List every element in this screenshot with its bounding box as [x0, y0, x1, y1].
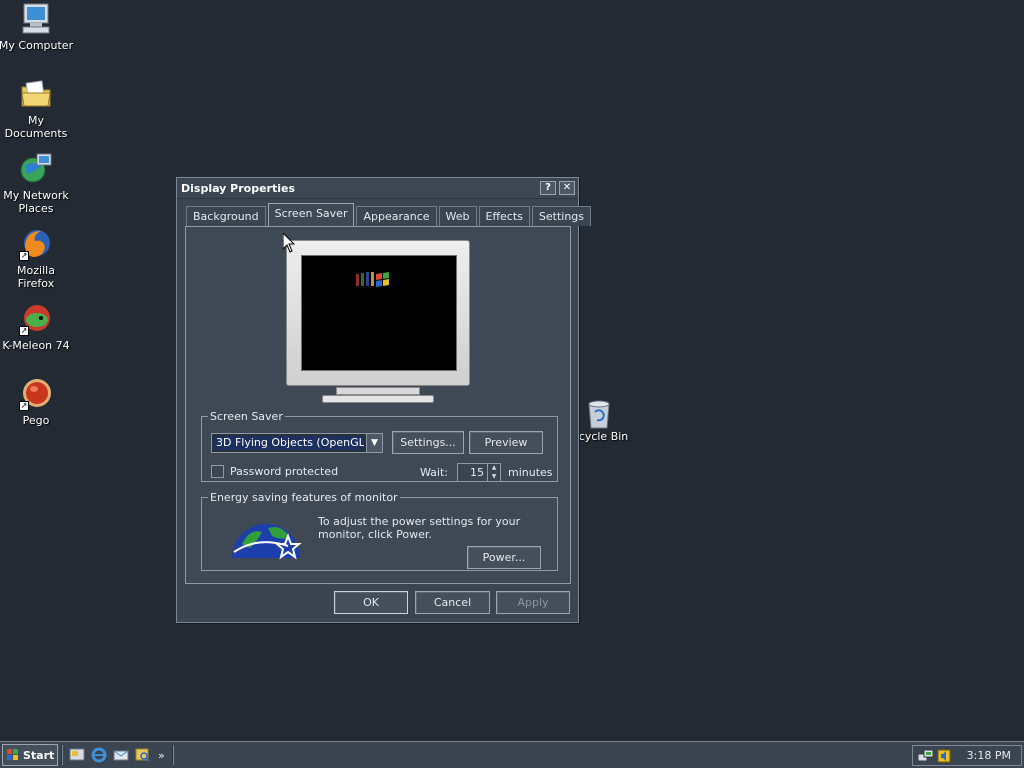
- search-icon: [135, 748, 150, 762]
- monitor-preview: [286, 240, 470, 386]
- tab-strip: Background Screen Saver Appearance Web E…: [186, 203, 593, 226]
- volume-tray-icon[interactable]: [937, 748, 951, 764]
- desktop-icon-label: My Computer: [0, 39, 74, 52]
- kmeleon-icon: ↗: [19, 302, 53, 336]
- taskbar: Start » 3:18 PM: [0, 741, 1024, 768]
- recycle-bin-label: ecycle Bin: [572, 430, 629, 443]
- screen-saver-group-label: Screen Saver: [210, 410, 283, 423]
- apply-button[interactable]: Apply: [496, 591, 570, 614]
- desktop-icon-network-places[interactable]: My Network Places: [0, 152, 74, 215]
- screen-saver-selected-value: 3D Flying Objects (OpenGL): [214, 436, 364, 450]
- desktop-show-icon: [69, 748, 85, 761]
- network-places-icon: [19, 152, 53, 186]
- password-protected-row[interactable]: Password protected: [211, 465, 338, 478]
- tab-screen-saver[interactable]: Screen Saver: [267, 203, 355, 226]
- energy-description: To adjust the power settings for your mo…: [318, 515, 521, 541]
- ie-icon: [91, 747, 107, 763]
- screen-saver-select[interactable]: 3D Flying Objects (OpenGL) ▼: [211, 433, 383, 453]
- tab-settings[interactable]: Settings: [531, 206, 592, 226]
- spinner-arrows[interactable]: ▲ ▼: [487, 464, 500, 481]
- tab-web[interactable]: Web: [438, 206, 477, 226]
- search-button[interactable]: [132, 745, 154, 765]
- desktop-icon-label: My Documents: [4, 114, 68, 140]
- my-computer-icon: [19, 2, 53, 36]
- tab-effects[interactable]: Effects: [478, 206, 530, 226]
- desktop-icon-label: Pego: [22, 414, 50, 427]
- show-desktop-button[interactable]: [66, 745, 88, 765]
- outlook-express-button[interactable]: [110, 745, 132, 765]
- spin-down-icon[interactable]: ▼: [488, 473, 500, 482]
- minutes-label: minutes: [508, 466, 553, 479]
- wait-value[interactable]: 15: [458, 464, 487, 481]
- desktop-icon-pego[interactable]: ↗ Pego: [0, 377, 74, 427]
- tab-appearance[interactable]: Appearance: [356, 206, 437, 226]
- ok-button[interactable]: OK: [334, 591, 408, 614]
- network-tray-icon[interactable]: [917, 748, 935, 764]
- tab-background[interactable]: Background: [186, 206, 266, 226]
- energy-saving-group: Energy saving features of monitor To adj…: [201, 491, 558, 571]
- desktop-icon-label: K-Meleon 74: [2, 339, 70, 352]
- shortcut-arrow-icon: ↗: [19, 326, 29, 336]
- desktop-icon-label: Mozilla Firefox: [17, 264, 55, 290]
- energy-group-label: Energy saving features of monitor: [210, 491, 398, 504]
- quick-launch-chevron[interactable]: »: [158, 749, 165, 762]
- energy-star-logo-icon: [232, 524, 302, 560]
- windows-flag-icon: [7, 749, 18, 760]
- password-protected-checkbox[interactable]: [211, 465, 224, 478]
- pego-icon: ↗: [19, 377, 53, 411]
- start-label: Start: [23, 748, 55, 762]
- dropdown-arrow-icon[interactable]: ▼: [366, 434, 382, 452]
- mouse-cursor-icon: [283, 233, 295, 253]
- close-button[interactable]: ✕: [559, 181, 575, 195]
- settings-button[interactable]: Settings...: [392, 431, 464, 454]
- internet-explorer-button[interactable]: [88, 745, 110, 765]
- taskbar-separator: [61, 745, 63, 765]
- screen-saver-group: Screen Saver 3D Flying Objects (OpenGL) …: [201, 410, 558, 482]
- clock[interactable]: 3:18 PM: [967, 749, 1011, 762]
- wait-control: Wait: 15 ▲ ▼ minutes: [420, 463, 553, 482]
- wait-spinner[interactable]: 15 ▲ ▼: [457, 463, 501, 482]
- my-documents-icon: [19, 77, 53, 111]
- desktop-icon-my-computer[interactable]: My Computer: [0, 2, 74, 52]
- spin-up-icon[interactable]: ▲: [488, 464, 500, 473]
- desktop-icon-my-documents[interactable]: My Documents: [0, 77, 74, 140]
- dialog-title: Display Properties: [181, 181, 296, 195]
- outlook-icon: [113, 750, 129, 761]
- monitor-neck: [336, 387, 420, 395]
- firefox-icon: ↗: [19, 227, 53, 261]
- password-protected-label: Password protected: [230, 465, 339, 478]
- recycle-bin-icon: [584, 398, 614, 430]
- desktop-icon-label: My Network: [3, 189, 69, 202]
- screen-saver-panel: Screen Saver 3D Flying Objects (OpenGL) …: [185, 226, 571, 584]
- taskbar-separator: [171, 745, 174, 765]
- start-button[interactable]: Start: [2, 744, 58, 766]
- shortcut-arrow-icon: ↗: [19, 251, 29, 261]
- cancel-button[interactable]: Cancel: [415, 591, 490, 614]
- wait-label: Wait:: [420, 466, 448, 479]
- monitor-base: [322, 395, 434, 403]
- dialog-titlebar[interactable]: Display Properties ? ✕: [177, 178, 578, 199]
- desktop-icon-firefox[interactable]: ↗ Mozilla Firefox: [0, 227, 74, 290]
- preview-button[interactable]: Preview: [469, 431, 543, 454]
- desktop-icon-label-line2: Places: [18, 202, 54, 215]
- help-button[interactable]: ?: [540, 181, 556, 195]
- system-tray: 3:18 PM: [912, 745, 1022, 766]
- preview-screen: [301, 255, 457, 371]
- desktop-icon-kmeleon[interactable]: ↗ K-Meleon 74: [0, 302, 74, 352]
- desktop-icon-recycle-bin[interactable]: ecycle Bin: [572, 398, 632, 443]
- flying-windows-logo-icon: [356, 272, 389, 287]
- display-properties-dialog: Display Properties ? ✕ Background Screen…: [176, 177, 592, 623]
- shortcut-arrow-icon: ↗: [19, 401, 29, 411]
- power-button[interactable]: Power...: [467, 546, 541, 569]
